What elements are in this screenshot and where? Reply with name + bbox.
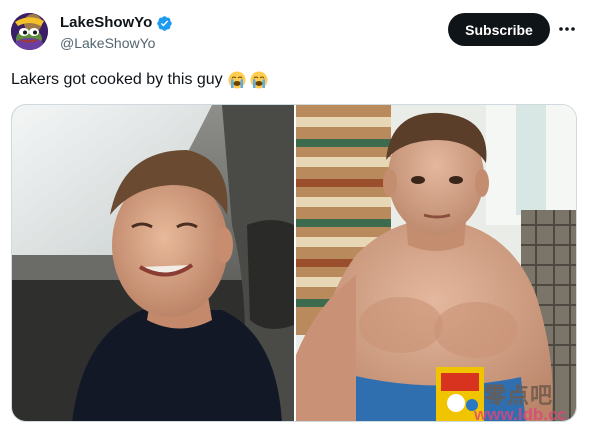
author-handle[interactable]: @LakeShowYo <box>60 35 155 52</box>
loudly-crying-face-icon <box>250 71 268 89</box>
subscribe-button[interactable]: Subscribe <box>448 13 550 46</box>
author-name[interactable]: LakeShowYo <box>60 14 173 32</box>
author-display-name[interactable]: LakeShowYo <box>60 14 152 32</box>
tweet-body: Lakers got cooked by this guy <box>11 71 223 88</box>
media-photo-right[interactable] <box>296 105 577 422</box>
tweet-text: Lakers got cooked by this guy <box>11 70 268 90</box>
media-photo-left[interactable] <box>12 105 294 422</box>
watermark-url: www.ldb.cc <box>474 405 567 424</box>
author-avatar[interactable] <box>11 13 48 50</box>
loudly-crying-face-icon <box>228 71 246 89</box>
purple-frog-avatar-icon <box>11 13 48 50</box>
more-options-icon[interactable] <box>556 17 578 41</box>
tweet-media <box>11 104 577 422</box>
verified-badge-icon <box>157 15 173 31</box>
ellipsis-icon <box>559 27 575 31</box>
